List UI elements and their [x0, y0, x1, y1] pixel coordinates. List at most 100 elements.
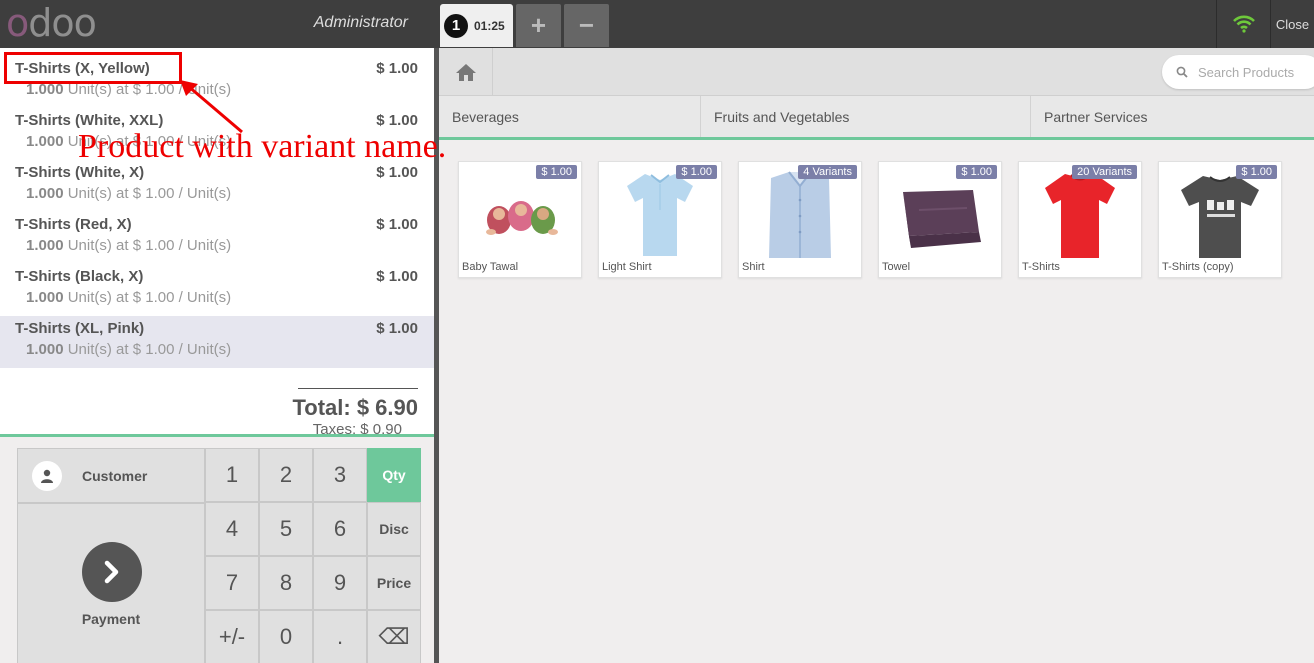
product-image [1181, 176, 1259, 258]
odoo-logo: odoo [6, 1, 97, 45]
close-button[interactable]: Close [1270, 0, 1314, 48]
product-image [627, 174, 693, 256]
numpad-key-1[interactable]: 1 [205, 448, 259, 502]
search-icon [1176, 66, 1188, 78]
chevron-right-icon [82, 542, 142, 602]
category-fruits-vegetables[interactable]: Fruits and Vegetables [701, 96, 1031, 137]
order-line[interactable]: T-Shirts (Black, X) $ 1.00 1.000 Unit(s)… [0, 256, 434, 308]
order-line-qty: 1.000 [26, 237, 64, 254]
home-button[interactable] [439, 48, 493, 96]
numpad-key-5[interactable]: 5 [259, 502, 313, 556]
order-line-name: T-Shirts (XL, Pink) [15, 320, 145, 337]
numpad-key-3[interactable]: 3 [313, 448, 367, 502]
category-beverages[interactable]: Beverages [439, 96, 701, 137]
order-taxes: Taxes: $ 0.90 [312, 421, 402, 434]
order-number: 1 [444, 13, 468, 38]
order-line-selected[interactable]: T-Shirts (XL, Pink) $ 1.00 1.000 Unit(s)… [0, 316, 434, 368]
product-name: Light Shirt [602, 261, 652, 273]
numpad-key-dot[interactable]: . [313, 610, 367, 663]
product-image [769, 171, 831, 258]
annotation-arrow-icon [180, 80, 243, 134]
order-line-price: $ 1.00 [376, 216, 418, 233]
order-tab[interactable]: 1 01:25 [440, 4, 513, 47]
numpad-key-9[interactable]: 9 [313, 556, 367, 610]
category-partner-services[interactable]: Partner Services [1031, 96, 1314, 137]
product-card[interactable]: 20 Variants T-Shirts [1018, 161, 1142, 278]
price-mode-button[interactable]: Price [367, 556, 421, 610]
logo-text: odoo [6, 1, 97, 45]
product-header: Search Products [439, 48, 1314, 96]
numpad-key-4[interactable]: 4 [205, 502, 259, 556]
delete-order-button[interactable]: − [564, 4, 609, 47]
order-time: 01:25 [474, 18, 505, 33]
annotation-text: Product with variant name. [78, 128, 447, 165]
product-image [486, 201, 558, 235]
wifi-icon [1216, 0, 1270, 48]
product-card[interactable]: $ 1.00 Baby Tawal [458, 161, 582, 278]
top-bar: odoo Administrator 1 01:25 + − Close [0, 0, 1314, 48]
home-icon [455, 64, 476, 81]
numpad-key-plus-minus[interactable]: +/- [205, 610, 259, 663]
order-total: Total: $ 6.90 [292, 395, 418, 420]
product-name: Towel [882, 261, 911, 273]
product-card[interactable]: $ 1.00 T-Shirts (copy) [1158, 161, 1282, 278]
discount-mode-button[interactable]: Disc [367, 502, 421, 556]
order-line-info: 1.000 Unit(s) at $ 1.00 / Unit(s) [26, 237, 231, 254]
annotation-highlight-box [4, 52, 182, 84]
order-line-unit: Unit(s) at $ 1.00 / Unit(s) [63, 237, 232, 254]
order-line-name: T-Shirts (Black, X) [15, 268, 144, 285]
customer-label: Customer [82, 467, 148, 484]
category-bar: Beverages Fruits and Vegetables Partner … [439, 96, 1314, 140]
numpad-key-0[interactable]: 0 [259, 610, 313, 663]
order-line-qty: 1.000 [26, 185, 64, 202]
qty-mode-button[interactable]: Qty [367, 448, 421, 502]
numpad-key-8[interactable]: 8 [259, 556, 313, 610]
order-line-qty: 1.000 [26, 133, 64, 150]
product-name: T-Shirts [1022, 261, 1060, 273]
product-image [903, 190, 981, 248]
order-line-price: $ 1.00 [376, 320, 418, 337]
order-line-qty: 1.000 [26, 341, 64, 358]
numpad-key-2[interactable]: 2 [259, 448, 313, 502]
product-card[interactable]: $ 1.00 Towel [878, 161, 1002, 278]
payment-label: Payment [81, 611, 141, 627]
order-line-price: $ 1.00 [376, 268, 418, 285]
search-placeholder: Search Products [1198, 64, 1295, 80]
product-price-badge: $ 1.00 [1236, 165, 1277, 179]
order-line-name: T-Shirts (White, XXL) [15, 112, 164, 129]
order-line-name: T-Shirts (White, X) [15, 164, 145, 181]
order-line[interactable]: T-Shirts (Red, X) $ 1.00 1.000 Unit(s) a… [0, 204, 434, 256]
cashier-name[interactable]: Administrator [250, 14, 408, 32]
order-line-price: $ 1.00 [376, 112, 418, 129]
product-image [1045, 174, 1115, 258]
product-price-badge: $ 1.00 [956, 165, 997, 179]
order-line-price: $ 1.00 [376, 164, 418, 181]
payment-button[interactable]: Payment [17, 503, 205, 663]
order-line-unit: Unit(s) at $ 1.00 / Unit(s) [63, 289, 232, 306]
product-name: T-Shirts (copy) [1162, 261, 1234, 273]
product-panel: Search Products Beverages Fruits and Veg… [439, 48, 1314, 663]
order-line-info: 1.000 Unit(s) at $ 1.00 / Unit(s) [26, 341, 231, 358]
product-variants-badge: 20 Variants [1072, 165, 1137, 179]
new-order-button[interactable]: + [516, 4, 561, 47]
backspace-icon[interactable]: ⌫ [367, 610, 421, 663]
product-name: Baby Tawal [462, 261, 519, 273]
control-pad: Customer Payment 1 2 3 Qty 4 5 6 Disc 7 … [0, 434, 434, 663]
product-price-badge: $ 1.00 [536, 165, 577, 179]
user-icon [32, 460, 62, 491]
product-card[interactable]: 4 Variants Shirt [738, 161, 862, 278]
product-card[interactable]: $ 1.00 Light Shirt [598, 161, 722, 278]
search-input[interactable]: Search Products [1162, 55, 1314, 89]
numpad-key-7[interactable]: 7 [205, 556, 259, 610]
product-variants-badge: 4 Variants [798, 165, 857, 179]
order-line-info: 1.000 Unit(s) at $ 1.00 / Unit(s) [26, 289, 231, 306]
product-price-badge: $ 1.00 [676, 165, 717, 179]
customer-button[interactable]: Customer [17, 448, 205, 503]
order-line-unit: Unit(s) at $ 1.00 / Unit(s) [63, 185, 232, 202]
product-name: Shirt [742, 261, 765, 273]
order-line-unit: Unit(s) at $ 1.00 / Unit(s) [63, 341, 232, 358]
order-line-qty: 1.000 [26, 289, 64, 306]
numpad-key-6[interactable]: 6 [313, 502, 367, 556]
total-divider [298, 388, 418, 389]
order-line-price: $ 1.00 [376, 60, 418, 77]
